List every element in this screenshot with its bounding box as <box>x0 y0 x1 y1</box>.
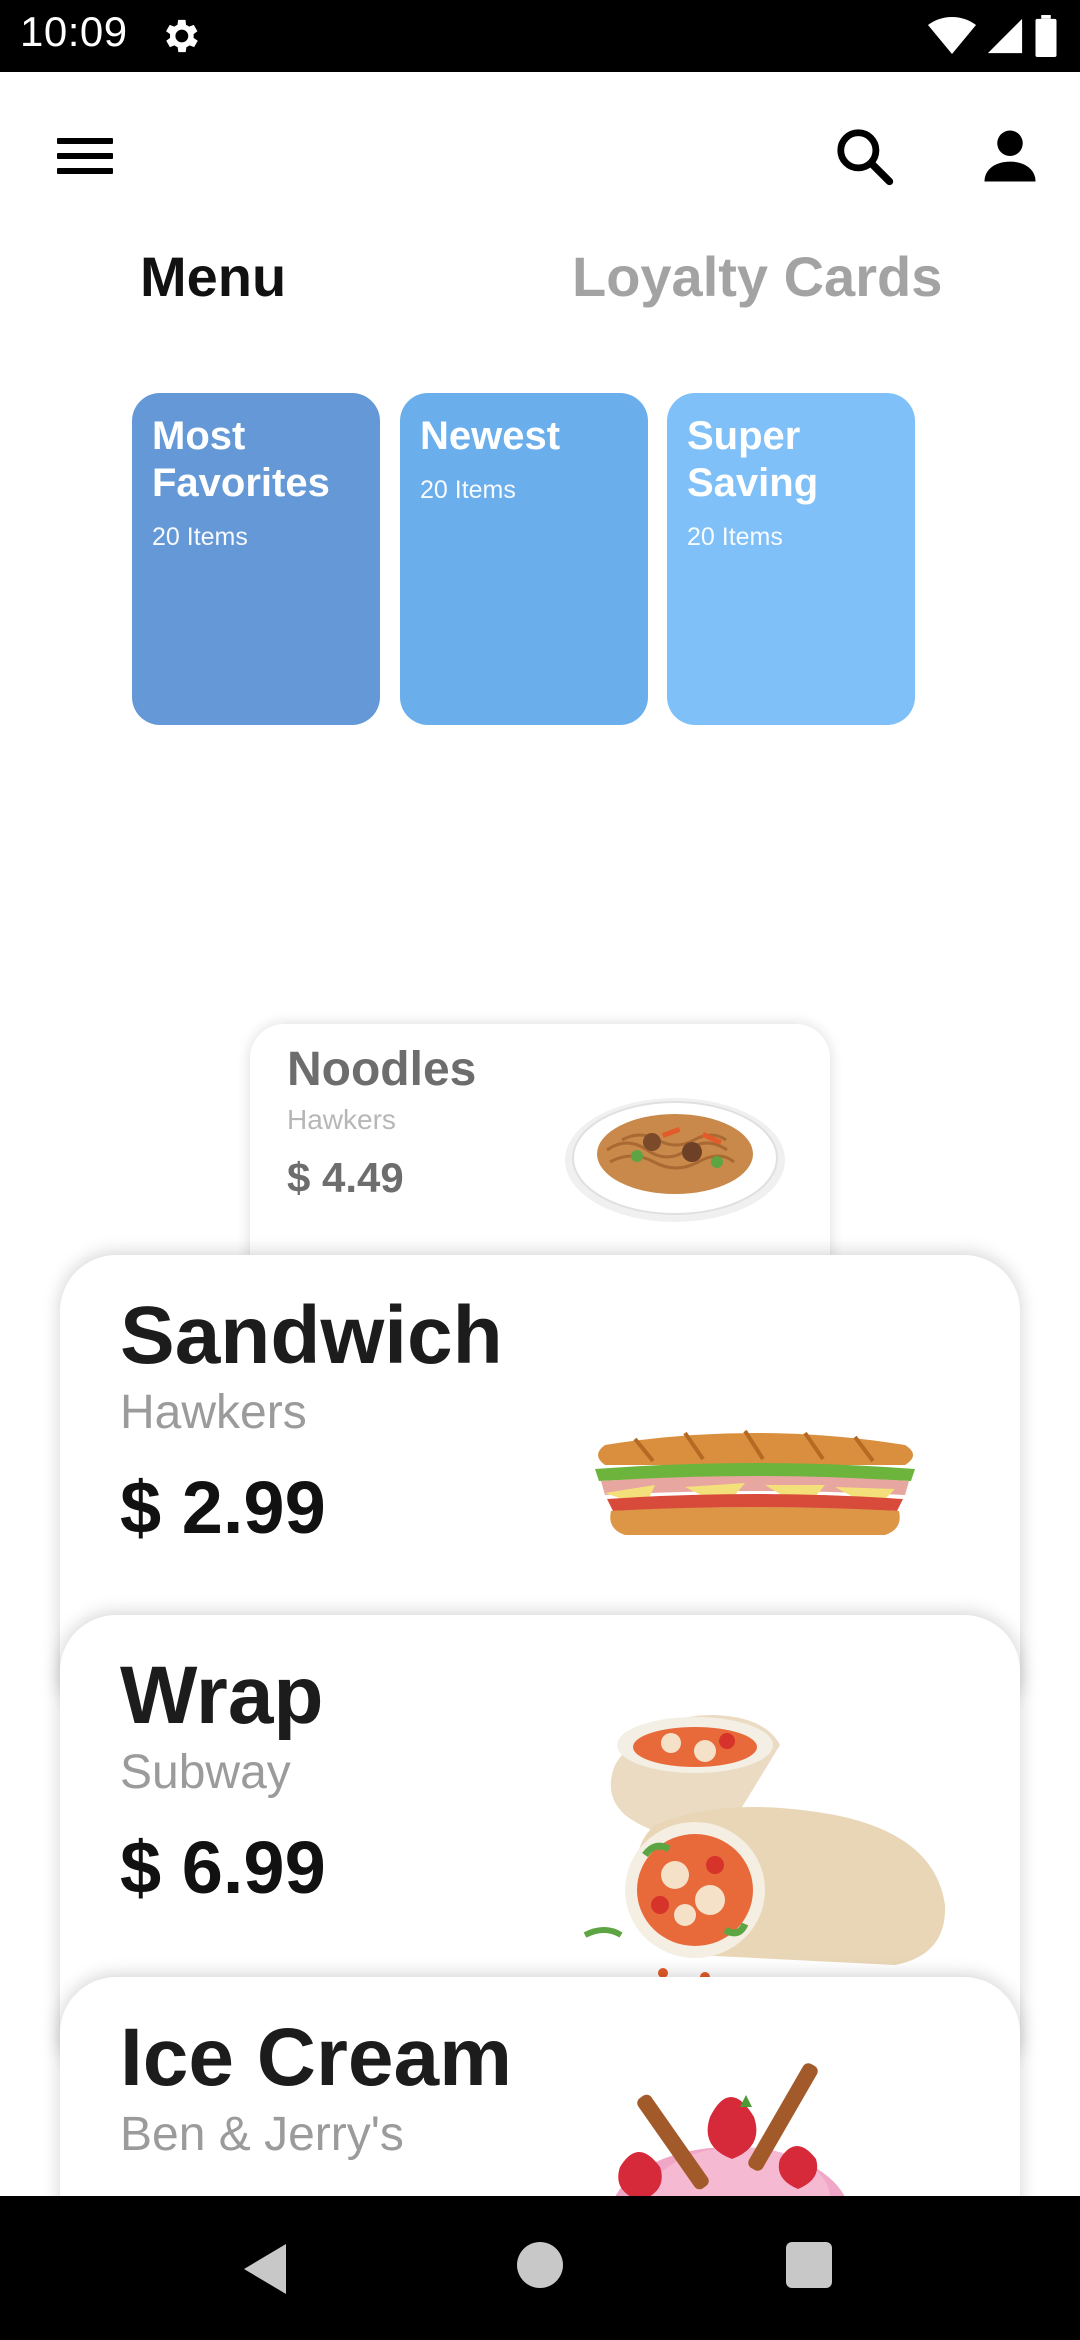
wrap-image <box>583 1715 946 1982</box>
food-name: Wrap <box>120 1650 324 1741</box>
back-triangle-icon[interactable] <box>240 2242 290 2296</box>
status-icons <box>928 14 1058 58</box>
food-vendor: Hawkers <box>120 1386 307 1439</box>
food-price: $ 2.99 <box>120 1466 326 1549</box>
status-time: 10:09 <box>20 8 128 55</box>
home-circle-icon[interactable] <box>517 2242 563 2288</box>
food-name: Ice Cream <box>120 2012 513 2103</box>
wifi-icon <box>928 17 976 54</box>
food-vendor: Subway <box>120 1746 291 1799</box>
status-bar: 10:09 <box>0 0 1080 72</box>
tab-menu[interactable]: Menu <box>140 242 286 312</box>
recents-square-icon[interactable] <box>786 2242 832 2288</box>
food-vendor: Hawkers <box>287 1104 396 1135</box>
hamburger-menu-icon[interactable] <box>50 128 120 184</box>
category-title: Most Favorites <box>152 414 330 505</box>
food-price: $ 4.49 <box>287 1154 404 1201</box>
tab-loyalty-cards[interactable]: Loyalty Cards <box>572 242 942 312</box>
noodles-image <box>565 1098 785 1222</box>
app-bar <box>0 72 1080 242</box>
category-title: Super Saving <box>687 414 819 505</box>
category-title: Newest <box>420 414 561 458</box>
category-card-most-favorites[interactable]: Most Favorites 20 Items <box>132 393 380 725</box>
system-nav-bar <box>0 2196 1080 2340</box>
battery-icon <box>1035 15 1057 57</box>
category-count: 20 Items <box>152 523 248 551</box>
settings-gear-icon <box>166 19 198 53</box>
sandwich-image <box>595 1429 915 1535</box>
cell-signal-icon <box>987 18 1023 54</box>
food-price: $ 6.99 <box>120 1826 326 1909</box>
category-count: 20 Items <box>420 476 516 504</box>
food-name: Sandwich <box>120 1290 503 1381</box>
food-vendor: Ben & Jerry's <box>120 2108 404 2161</box>
account-icon[interactable] <box>976 122 1044 190</box>
search-icon[interactable] <box>830 122 898 190</box>
food-name: Noodles <box>287 1043 477 1096</box>
category-count: 20 Items <box>687 523 783 551</box>
category-card-super-saving[interactable]: Super Saving 20 Items <box>667 393 915 725</box>
category-card-newest[interactable]: Newest 20 Items <box>400 393 648 725</box>
food-card-noodles[interactable]: Noodles Hawkers $ 4.49 <box>250 1024 830 1264</box>
